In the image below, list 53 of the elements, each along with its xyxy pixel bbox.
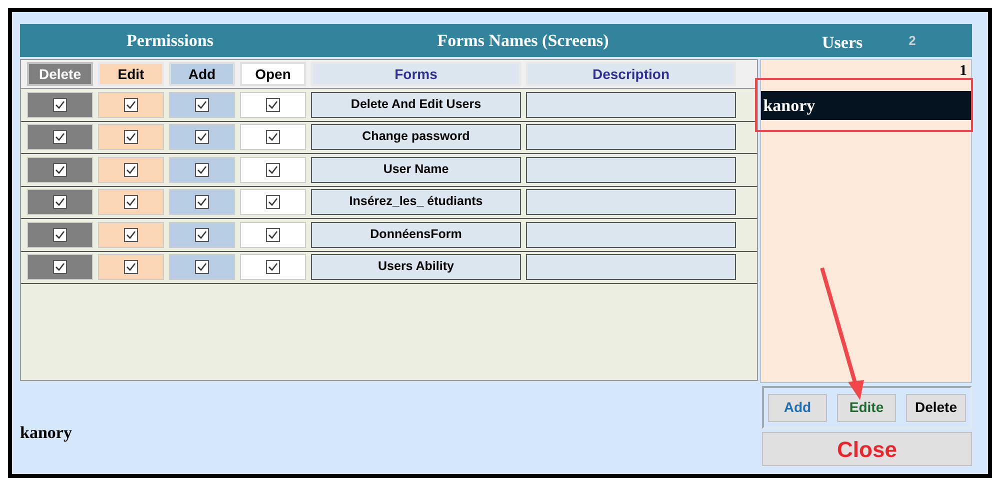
description-field[interactable] [526, 254, 736, 280]
checkbox[interactable] [124, 260, 138, 274]
delete-button[interactable]: Delete [906, 394, 966, 422]
user-index: 1 [960, 62, 968, 79]
checkbox[interactable] [124, 130, 138, 144]
checkbox[interactable] [195, 195, 209, 210]
description-field[interactable] [526, 222, 736, 248]
checkbox[interactable] [124, 228, 138, 242]
column-header: Forms [311, 62, 521, 86]
column-header: Description [526, 62, 736, 86]
checkbox[interactable] [266, 260, 280, 274]
edit-button[interactable]: Edite [837, 394, 896, 422]
checkbox[interactable] [124, 98, 138, 112]
checkbox[interactable] [195, 228, 209, 242]
user-list-item[interactable]: kanory [761, 91, 971, 120]
checkbox[interactable] [266, 98, 280, 112]
description-field[interactable] [526, 92, 736, 118]
current-user: kanory [20, 422, 72, 444]
checkbox[interactable] [53, 162, 67, 177]
checkbox[interactable] [53, 130, 67, 144]
checkbox[interactable] [53, 260, 67, 274]
users-heading: Users [822, 32, 863, 54]
checkbox[interactable] [195, 98, 209, 112]
checkbox[interactable] [195, 130, 209, 144]
column-header: Edit [98, 62, 164, 86]
add-button[interactable]: Add [768, 394, 827, 422]
users-count: 2 [908, 32, 916, 50]
form-name-cell: Change password [311, 124, 521, 150]
description-field[interactable] [526, 156, 736, 183]
column-header: Add [169, 62, 235, 86]
form-name-cell: Insérez_les_ étudiants [311, 189, 521, 216]
permissions-heading: Permissions [126, 30, 214, 52]
checkbox[interactable] [53, 195, 67, 210]
column-header: Delete [27, 62, 93, 86]
forms-names-heading: Forms Names (Screens) [436, 30, 610, 52]
checkbox[interactable] [266, 162, 280, 177]
checkbox[interactable] [266, 130, 280, 144]
checkbox[interactable] [266, 228, 280, 242]
checkbox[interactable] [53, 228, 67, 242]
description-field[interactable] [526, 124, 736, 150]
checkbox[interactable] [53, 98, 67, 112]
description-field[interactable] [526, 189, 736, 216]
checkbox[interactable] [124, 162, 138, 177]
checkbox[interactable] [195, 260, 209, 274]
checkbox[interactable] [266, 195, 280, 210]
form-name-cell: User Name [311, 156, 521, 183]
form-name-cell: Users Ability [311, 254, 521, 280]
column-header: Open [240, 62, 306, 86]
form-name-cell: DonnéensForm [311, 222, 521, 248]
checkbox[interactable] [124, 195, 138, 210]
form-name-cell: Delete And Edit Users [311, 92, 521, 118]
close-button[interactable]: Close [762, 432, 972, 466]
checkbox[interactable] [195, 162, 209, 177]
